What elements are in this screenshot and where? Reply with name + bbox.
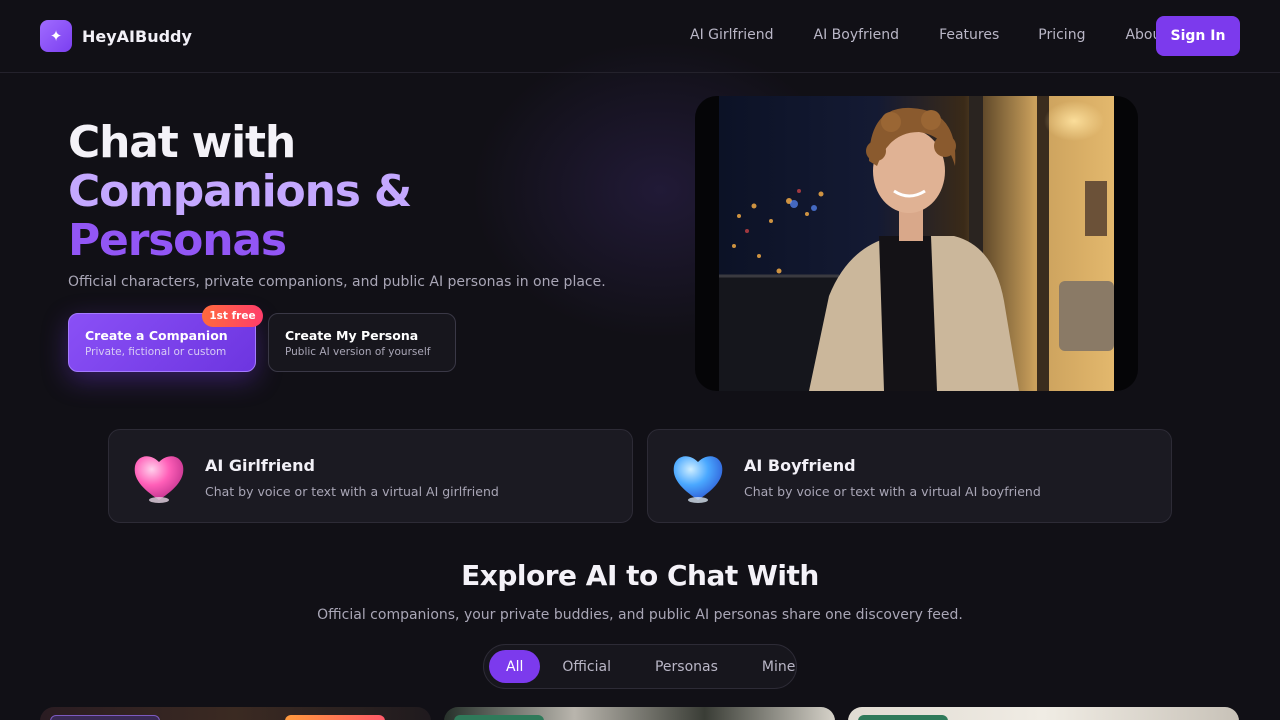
nav-link-ai-boyfriend[interactable]: AI Boyfriend [814, 27, 900, 43]
nav-link-ai-girlfriend[interactable]: AI Girlfriend [690, 27, 774, 43]
hero-title-line1: Chat with [68, 117, 296, 168]
hero-photo [719, 96, 1114, 391]
pink-heart-icon [134, 456, 184, 503]
character-card[interactable] [848, 707, 1239, 720]
category-desc-ai-boyfriend: Chat by voice or text with a virtual AI … [744, 484, 1041, 499]
hero-image [695, 96, 1138, 391]
sparkle-icon: ✦ [40, 20, 72, 52]
filter-tabs: All Official Personas Mine [483, 644, 797, 689]
card-tag [50, 715, 160, 720]
create-persona-title: Create My Persona [285, 328, 419, 343]
hero-title: Chat with Companions & Personas [68, 117, 412, 266]
brand[interactable]: ✦ HeyAIBuddy [40, 20, 192, 52]
top-navbar: ✦ HeyAIBuddy AI Girlfriend AI Boyfriend … [0, 0, 1280, 73]
filter-tab-all[interactable]: All [489, 650, 541, 683]
brand-name: HeyAIBuddy [82, 26, 192, 46]
hero-subtitle: Official characters, private companions,… [68, 274, 606, 290]
card-tag [858, 715, 948, 720]
create-companion-desc: Private, fictional or custom [85, 346, 227, 358]
create-persona-button[interactable]: Create My Persona Public AI version of y… [268, 313, 456, 372]
hero-title-line2: Companions & [68, 166, 412, 217]
blue-heart-icon [673, 456, 723, 503]
nav-link-pricing[interactable]: Pricing [1038, 27, 1085, 43]
category-desc-ai-girlfriend: Chat by voice or text with a virtual AI … [205, 484, 499, 499]
first-free-badge: 1st free [202, 305, 263, 327]
category-card-ai-girlfriend[interactable]: AI Girlfriend Chat by voice or text with… [108, 429, 633, 523]
filter-tab-personas[interactable]: Personas [633, 650, 740, 683]
hero-title-line3: Personas [68, 215, 287, 266]
explore-subtitle: Official companions, your private buddie… [317, 607, 963, 623]
hero-photo-illustration [719, 96, 1114, 391]
nav-links: AI Girlfriend AI Boyfriend Features Pric… [690, 27, 1167, 43]
card-tag [454, 715, 544, 720]
category-title-ai-girlfriend: AI Girlfriend [205, 456, 315, 475]
explore-title: Explore AI to Chat With [461, 559, 819, 592]
character-card[interactable] [40, 707, 431, 720]
card-tag [285, 715, 385, 720]
create-persona-desc: Public AI version of yourself [285, 346, 431, 358]
category-card-ai-boyfriend[interactable]: AI Boyfriend Chat by voice or text with … [647, 429, 1172, 523]
character-card[interactable] [444, 707, 835, 720]
filter-tab-official[interactable]: Official [540, 650, 633, 683]
create-companion-title: Create a Companion [85, 328, 228, 343]
sign-in-button[interactable]: Sign In [1156, 16, 1240, 56]
nav-link-features[interactable]: Features [939, 27, 999, 43]
filter-tab-mine[interactable]: Mine [740, 650, 817, 683]
category-title-ai-boyfriend: AI Boyfriend [744, 456, 856, 475]
